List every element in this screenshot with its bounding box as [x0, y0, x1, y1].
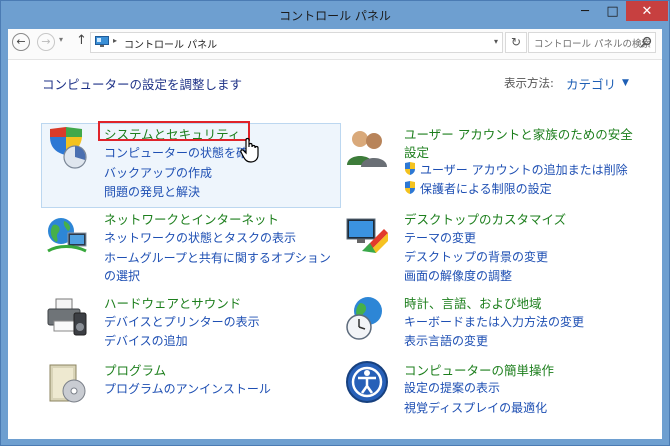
breadcrumb-separator-icon[interactable]: ▸: [113, 36, 117, 45]
selection-highlight-box: [98, 121, 250, 141]
link-change-theme[interactable]: テーマの変更: [404, 229, 476, 246]
category-title-appearance[interactable]: デスクトップのカスタマイズ: [404, 209, 566, 228]
link-add-device[interactable]: デバイスの追加: [104, 332, 188, 349]
link-troubleshoot[interactable]: 問題の発見と解決: [104, 183, 200, 200]
category-title-user-accounts[interactable]: ユーザー アカウントと家族のための安全: [404, 124, 633, 143]
link-change-display-language[interactable]: 表示言語の変更: [404, 332, 488, 349]
hand-cursor-icon: [240, 137, 259, 163]
forward-button[interactable]: →: [37, 33, 55, 51]
link-parental-controls[interactable]: 保護者による制限の設定: [420, 180, 552, 197]
title-bar[interactable]: コントロール パネル ─ □ ✕: [1, 1, 669, 29]
link-homegroup-sharing-cont[interactable]: の選択: [104, 267, 140, 284]
up-button[interactable]: ↑: [76, 33, 87, 48]
monitor-palette-icon[interactable]: [344, 211, 390, 257]
refresh-button[interactable]: ↻: [505, 32, 527, 53]
link-optimize-visual-display[interactable]: 視覚ディスプレイの最適化: [404, 399, 547, 416]
window-title: コントロール パネル: [279, 9, 391, 23]
link-network-status-tasks[interactable]: ネットワークの状態とタスクの表示: [104, 229, 296, 246]
view-by-dropdown[interactable]: カテゴリ: [566, 74, 616, 93]
printer-speaker-icon[interactable]: [44, 295, 90, 341]
breadcrumb-control-panel[interactable]: コントロール パネル: [124, 36, 217, 51]
uac-shield-icon: [405, 162, 415, 175]
address-bar[interactable]: ▸ コントロール パネル ▾: [90, 32, 503, 53]
control-panel-icon: [95, 36, 109, 47]
link-homegroup-sharing[interactable]: ホームグループと共有に関するオプション: [104, 249, 331, 266]
recent-locations-dropdown[interactable]: ▾: [59, 35, 63, 44]
category-title-clock-region[interactable]: 時計、言語、および地域: [404, 293, 542, 312]
chevron-down-icon[interactable]: ▼: [622, 78, 629, 88]
maximize-button[interactable]: □: [599, 1, 626, 21]
link-adjust-resolution[interactable]: 画面の解像度の調整: [404, 267, 512, 284]
link-suggested-settings[interactable]: 設定の提案の表示: [404, 379, 500, 396]
search-icon[interactable]: [640, 36, 652, 48]
link-check-computer-status[interactable]: コンピューターの状態を確: [104, 144, 248, 161]
category-title-hardware-sound[interactable]: ハードウェアとサウンド: [104, 293, 241, 312]
minimize-button[interactable]: ─: [571, 1, 599, 21]
uac-shield-icon: [405, 181, 415, 194]
ease-of-access-icon[interactable]: [344, 359, 390, 405]
shield-chart-icon[interactable]: [44, 125, 90, 171]
search-input[interactable]: コントロール パネルの検索: [528, 32, 656, 53]
back-button[interactable]: ←: [12, 33, 30, 51]
category-title-programs[interactable]: プログラム: [104, 360, 166, 379]
network-globe-icon[interactable]: [44, 211, 90, 257]
address-dropdown-icon[interactable]: ▾: [494, 37, 498, 46]
clock-globe-icon[interactable]: [344, 295, 390, 341]
page-title: コンピューターの設定を調整します: [42, 77, 243, 92]
link-add-remove-accounts[interactable]: ユーザー アカウントの追加または削除: [420, 161, 628, 178]
link-uninstall-program[interactable]: プログラムのアンインストール: [104, 380, 271, 397]
link-devices-printers[interactable]: デバイスとプリンターの表示: [104, 313, 260, 330]
category-title-network-internet[interactable]: ネットワークとインターネット: [104, 209, 279, 228]
client-area: ← → ▾ ↑ ▸ コントロール パネル ▾ ↻ コントロール パネルの検索 コ…: [8, 29, 662, 439]
link-create-backup[interactable]: バックアップの作成: [104, 164, 212, 181]
link-change-input-method[interactable]: キーボードまたは入力方法の変更: [404, 313, 584, 330]
program-box-icon[interactable]: [44, 361, 90, 407]
category-title-user-accounts-cont[interactable]: 設定: [404, 142, 429, 161]
close-button[interactable]: ✕: [626, 1, 668, 21]
view-by-label: 表示方法:: [504, 76, 554, 90]
users-icon[interactable]: [344, 125, 390, 171]
category-title-ease-of-access[interactable]: コンピューターの簡単操作: [404, 360, 554, 379]
search-placeholder: コントロール パネルの検索: [534, 39, 652, 50]
navigation-bar: ← → ▾ ↑ ▸ コントロール パネル ▾ ↻ コントロール パネルの検索: [8, 29, 662, 60]
link-change-background[interactable]: デスクトップの背景の変更: [404, 248, 548, 265]
control-panel-window: コントロール パネル ─ □ ✕ ← → ▾ ↑ ▸ コントロール パネル ▾ …: [0, 0, 670, 446]
